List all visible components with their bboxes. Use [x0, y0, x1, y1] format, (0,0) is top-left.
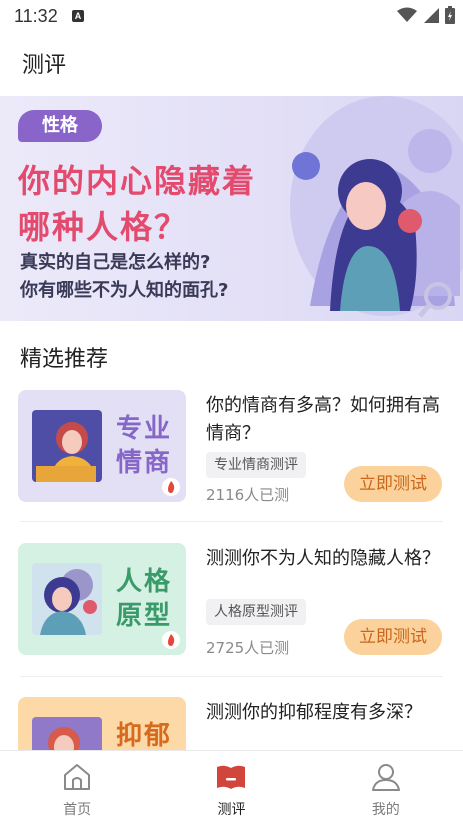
banner-headline-line1: 你的内心隐藏着	[18, 162, 257, 200]
tab-home[interactable]: 首页	[0, 751, 154, 824]
banner-illustration	[290, 96, 463, 318]
thumbnail-label: 抑郁	[116, 721, 173, 750]
profile-icon	[371, 764, 400, 791]
test-card-archetype[interactable]: 人格 原型 测测你不为人知的隐藏人格？ 人格原型测评 2725人已测 立即测试	[0, 543, 463, 693]
thumbnail-illustration	[32, 563, 102, 635]
card-thumbnail: 人格 原型	[18, 543, 186, 655]
divider	[20, 521, 443, 522]
banner-headline-line2: 哪种人格？	[18, 208, 189, 246]
divider	[20, 676, 443, 677]
home-icon	[64, 764, 91, 790]
start-test-button[interactable]: 立即测试	[344, 466, 442, 502]
status-icons	[397, 6, 455, 24]
thumbnail-label: 专业 情商	[116, 414, 173, 478]
card-category-chip: 专业情商测评	[206, 452, 306, 478]
page-title: 测评	[22, 53, 67, 78]
status-bar: 11:32 A	[0, 0, 463, 32]
tab-label: 首页	[63, 802, 92, 818]
banner-subtitle-line2: 你有哪些不为人知的面孔?	[20, 280, 229, 301]
card-title: 测测你的抑郁程度有多深？	[206, 702, 422, 723]
status-time: 11:32	[14, 6, 58, 26]
thumbnail-label: 人格 原型	[116, 567, 173, 631]
tab-assessment[interactable]: 测评	[154, 751, 308, 824]
card-thumbnail: 专业 情商	[18, 390, 186, 502]
bottom-tab-bar: 首页 测评 我的	[0, 750, 463, 824]
tab-profile[interactable]: 我的	[309, 751, 463, 824]
card-participant-count: 2116人已测	[206, 486, 290, 504]
section-title: 精选推荐	[20, 347, 109, 372]
hot-icon	[162, 631, 180, 649]
notification-icon: A	[72, 10, 84, 22]
assessment-icon	[217, 765, 246, 789]
tab-label: 测评	[217, 802, 246, 818]
tab-label: 我的	[371, 802, 400, 818]
battery-icon	[445, 6, 455, 24]
banner-tag: 性格	[18, 110, 102, 142]
personality-banner[interactable]: 性格 你的内心隐藏着 哪种人格？ 真实的自己是怎么样的? 你有哪些不为人知的面孔…	[0, 96, 463, 321]
hot-icon	[162, 478, 180, 496]
thumbnail-illustration	[32, 717, 102, 750]
thumbnail-illustration	[32, 410, 102, 482]
card-title: 你的情商有多高？如何拥有高情商？	[206, 395, 440, 444]
test-card-depression[interactable]: 抑郁 测测你的抑郁程度有多深？	[0, 697, 463, 750]
start-test-button[interactable]: 立即测试	[344, 619, 442, 655]
wifi-icon	[397, 7, 417, 22]
banner-subtitle-line1: 真实的自己是怎么样的?	[20, 252, 211, 273]
card-thumbnail: 抑郁	[18, 697, 186, 750]
card-participant-count: 2725人已测	[206, 639, 290, 657]
card-title: 测测你不为人知的隐藏人格？	[206, 548, 440, 569]
card-category-chip: 人格原型测评	[206, 599, 306, 625]
test-card-eq[interactable]: 专业 情商 你的情商有多高？如何拥有高情商？ 专业情商测评 2116人已测 立即…	[0, 390, 463, 540]
signal-icon	[424, 8, 439, 23]
